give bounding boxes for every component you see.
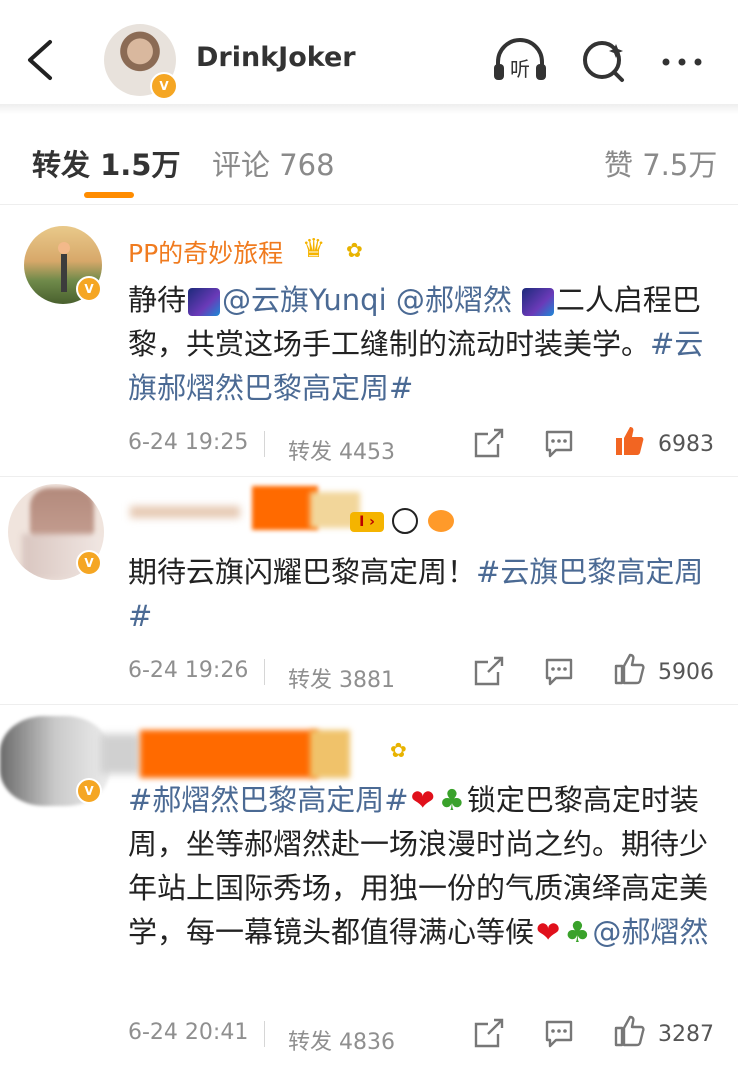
post-time: 6-24 19:26 [128,658,249,683]
post-username[interactable]: PP的奇妙旅程 [128,234,283,270]
crown-badge-icon: ♛ [302,234,326,264]
verified-badge-icon: V [76,276,102,302]
tab-reposts[interactable]: 转发 1.5万 [32,142,180,184]
repost-count: 转发 4836 [288,1030,395,1055]
listen-icon[interactable]: 听 [492,38,548,84]
like-icon[interactable] [612,652,646,686]
sunflower-icon: ✿ [346,238,363,262]
sprout-emoji-icon: ♣ [438,783,465,817]
post-time: 6-24 19:25 [128,430,249,455]
hashtag-link[interactable]: #郝熠然巴黎高定周# [128,783,409,817]
like-count: 3287 [658,1022,714,1047]
top-bar: V DrinkJoker 听 [0,0,738,104]
more-icon[interactable] [656,38,712,84]
comment-icon[interactable] [542,426,576,460]
like-count: 6983 [658,432,714,457]
galaxy-emoji-icon [188,288,221,316]
fish-icon [428,510,454,532]
sunflower-icon: ✿ [390,738,407,762]
like-icon[interactable] [612,1014,646,1048]
post-text: 静待 @云旗Yunqi @郝熠然 二人启程巴黎，共赏这场手工缝制的流动时装美学。#云… [128,283,704,405]
post-time: 6-24 20:41 [128,1020,249,1045]
share-icon[interactable] [472,426,506,460]
share-icon[interactable] [472,654,506,688]
back-arrow-icon[interactable] [22,38,62,82]
meta-separator [264,659,265,685]
repost-count: 转发 3881 [288,668,395,693]
header-username[interactable]: DrinkJoker [196,42,356,73]
tab-likes[interactable]: 赞 7.5万 [604,142,717,184]
sprout-emoji-icon: ♣ [564,915,591,949]
search-icon[interactable] [578,38,634,84]
tabs-divider [0,204,738,205]
listen-icon-label: 听 [510,57,530,81]
comment-icon[interactable] [542,1016,576,1050]
galaxy-emoji-icon [521,288,554,316]
mention-link[interactable]: @郝熠然 [396,283,512,317]
header-divider [0,104,738,114]
heart-emoji-icon: ❤ [410,783,435,817]
meta-separator [264,431,265,457]
post-divider [0,476,738,477]
comment-icon[interactable] [542,654,576,688]
redacted-username [130,486,360,530]
active-tab-indicator [84,192,134,198]
post-text: 期待云旗闪耀巴黎高定周！#云旗巴黎高定周# [128,555,704,633]
tab-comments[interactable]: 评论 768 [212,142,335,184]
share-icon[interactable] [472,1016,506,1050]
repost-count: 转发 4453 [288,440,395,465]
mention-link[interactable]: @郝熠然 [592,915,708,949]
post-divider [0,704,738,705]
verified-badge-icon: V [150,72,178,100]
mention-link[interactable]: @云旗Yunqi [222,283,387,317]
panda-icon [392,508,418,534]
like-icon[interactable] [612,424,646,458]
verified-badge-icon: V [76,778,102,804]
like-count: 5906 [658,660,714,685]
level-badge-icon: I › [350,512,384,532]
heart-emoji-icon: ❤ [536,915,561,949]
verified-badge-icon: V [76,550,102,576]
meta-separator [264,1021,265,1047]
redacted-username [100,724,380,784]
post-text: #郝熠然巴黎高定周#❤ ♣锁定巴黎高定时装周，坐等郝熠然赴一场浪漫时尚之约。期待少… [128,783,709,949]
